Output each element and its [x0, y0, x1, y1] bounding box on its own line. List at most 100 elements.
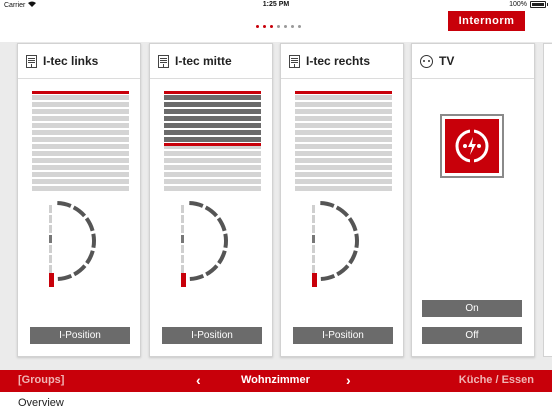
gauge-segment	[223, 233, 228, 249]
gauge-segment	[205, 264, 219, 277]
blind-slat	[164, 95, 261, 100]
blind-slat	[295, 109, 392, 114]
gauge-segment	[217, 250, 227, 265]
gauge-indicator[interactable]	[49, 273, 54, 287]
tilt-gauge-svg	[312, 201, 359, 287]
gauge-tick	[181, 265, 184, 273]
blind-top-rail	[32, 91, 129, 94]
blind-position-marker	[164, 143, 261, 146]
gauge-tick	[49, 255, 52, 263]
blind-slats[interactable]	[295, 91, 392, 191]
page-indicator[interactable]	[256, 25, 301, 28]
blind-slat	[32, 109, 129, 114]
gauge-tick	[49, 245, 52, 253]
page-dot[interactable]	[291, 25, 294, 28]
gauge-tick	[312, 205, 315, 213]
card-itec-links[interactable]: I-tec links I-Position	[17, 43, 141, 357]
gauge-tick	[312, 215, 315, 223]
gauge-segment	[320, 273, 336, 281]
overview-bar[interactable]: Overview	[0, 392, 552, 414]
next-card-peek[interactable]	[543, 43, 552, 357]
gauge-tick	[181, 205, 184, 213]
status-bar: Carrier 1:25 PM 100%	[0, 0, 552, 11]
gauge-indicator[interactable]	[181, 273, 186, 287]
blind-slat	[164, 165, 261, 170]
blind-slat	[295, 158, 392, 163]
i-position-button[interactable]: I-Position	[162, 327, 262, 344]
power-socket-icon	[455, 129, 489, 163]
tv-off-button[interactable]: Off	[422, 327, 522, 344]
gauge-tick	[181, 245, 184, 253]
gauge-segment	[57, 201, 72, 208]
app-window: Carrier 1:25 PM 100% Internorm I-tec lin…	[0, 0, 552, 414]
blind-slat	[295, 102, 392, 107]
battery-percent: 100%	[509, 1, 527, 8]
chevron-right-icon[interactable]: ›	[346, 372, 351, 388]
tilt-gauge[interactable]	[172, 199, 252, 299]
gauge-segment	[320, 201, 335, 208]
card-header: TV	[412, 44, 534, 79]
gauge-tick	[312, 255, 315, 263]
card-tv[interactable]: TV On Off	[411, 43, 535, 357]
tilt-gauge-svg	[181, 201, 228, 287]
socket-icon	[420, 54, 433, 68]
page-dot[interactable]	[263, 25, 266, 28]
gauge-segment	[85, 250, 95, 265]
i-position-button[interactable]: I-Position	[293, 327, 393, 344]
blind-slat	[32, 186, 129, 191]
card-itec-mitte[interactable]: I-tec mitte I-Position	[149, 43, 273, 357]
gauge-segment	[57, 273, 73, 281]
power-socket-symbol[interactable]	[440, 114, 504, 178]
gauge-indicator[interactable]	[312, 273, 317, 287]
blind-slat	[164, 102, 261, 107]
tilt-gauge[interactable]	[40, 199, 120, 299]
page-dot[interactable]	[298, 25, 301, 28]
card-header: I-tec mitte	[150, 44, 272, 79]
card-title: TV	[439, 54, 455, 68]
page-dot[interactable]	[270, 25, 273, 28]
gauge-segment	[347, 217, 358, 232]
room-title: Wohnzimmer	[241, 374, 310, 386]
tilt-gauge-svg	[49, 201, 96, 287]
page-dot[interactable]	[256, 25, 259, 28]
groups-button[interactable]: [Groups]	[18, 374, 64, 386]
page-dot[interactable]	[284, 25, 287, 28]
blind-slat	[164, 109, 261, 114]
header: Internorm	[0, 11, 552, 42]
page-dot[interactable]	[277, 25, 280, 28]
blind-slat	[164, 137, 261, 142]
blind-slat	[164, 179, 261, 184]
gauge-segment	[189, 201, 204, 208]
blind-slat	[32, 165, 129, 170]
next-room-button[interactable]: Küche / Essen	[459, 374, 534, 386]
blind-slat	[164, 158, 261, 163]
gauge-segment	[72, 205, 87, 218]
chevron-left-icon[interactable]: ‹	[196, 372, 201, 388]
blind-slats[interactable]	[32, 91, 129, 191]
gauge-tick	[181, 215, 184, 223]
gauge-tick	[312, 265, 315, 273]
tilt-gauge[interactable]	[303, 199, 383, 299]
card-title: I-tec links	[43, 54, 99, 68]
blind-slats[interactable]	[164, 91, 261, 191]
gauge-tick	[312, 225, 315, 233]
gauge-segment	[204, 205, 219, 218]
tv-on-button[interactable]: On	[422, 300, 522, 317]
blind-slat	[32, 179, 129, 184]
i-position-button[interactable]: I-Position	[30, 327, 130, 344]
card-title: I-tec rechts	[306, 54, 371, 68]
blind-slat	[295, 137, 392, 142]
blind-slat	[164, 186, 261, 191]
blind-slat	[295, 186, 392, 191]
blind-slat	[32, 137, 129, 142]
blind-slat	[295, 151, 392, 156]
gauge-tick	[49, 235, 52, 243]
blind-slat	[164, 172, 261, 177]
gauge-tick	[49, 215, 52, 223]
gauge-tick	[181, 255, 184, 263]
card-itec-rechts[interactable]: I-tec rechts I-Position	[280, 43, 404, 357]
blind-slat	[32, 151, 129, 156]
blind-slat	[32, 102, 129, 107]
gauge-tick	[49, 265, 52, 273]
gauge-segment	[354, 233, 359, 249]
